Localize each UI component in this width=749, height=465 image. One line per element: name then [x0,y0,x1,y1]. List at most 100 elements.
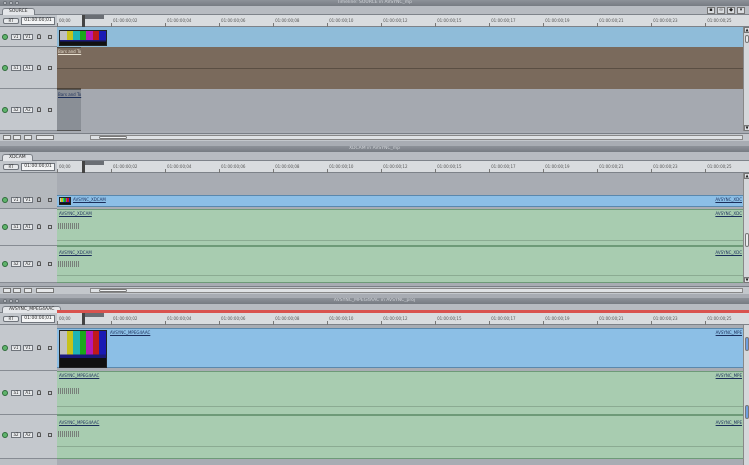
window-controls[interactable] [3,299,19,303]
clip-overlays-icon[interactable] [13,288,21,293]
playhead[interactable] [82,161,85,173]
scroll-thumb[interactable] [99,136,127,139]
timecode-field[interactable]: 01:00:00;01 [21,163,55,171]
rt-menu-button[interactable]: RT [3,18,19,24]
source-patch-a1[interactable]: a1 [11,224,21,230]
playhead[interactable] [82,313,85,325]
horizontal-scrollbar[interactable] [90,288,743,293]
dest-patch-a1[interactable]: A1 [23,65,33,71]
lock-icon[interactable] [37,345,41,350]
timeline-ruler[interactable]: 00;00 01:00:00;02 01:00:00;04 01:00:00;06 01… [57,313,749,325]
zoom-icon[interactable] [15,1,19,5]
dest-patch-a1[interactable]: A1 [23,224,33,230]
dest-patch-a1[interactable]: A1 [23,390,33,396]
clip-overlays-icon[interactable] [13,135,21,140]
horizontal-scrollbar[interactable] [90,135,743,140]
scroll-thumb[interactable] [99,289,127,292]
scroll-down-icon[interactable]: ▼ [744,277,749,283]
auto-select-icon[interactable] [48,391,52,395]
lock-icon[interactable] [37,261,41,266]
dest-patch-a2[interactable]: A2 [23,107,33,113]
audio-track-a1[interactable]: AVSYNC_XDCAM AVSYNC_XDC [57,209,743,246]
scroll-thumb[interactable] [745,35,749,43]
timeline-ruler[interactable]: 00;00 01:00:00;02 01:00:00;04 01:00:00;06 01… [57,15,749,27]
audio-clip[interactable]: AVSYNC_XDCAM AVSYNC_XDC [57,246,743,283]
dest-patch-v1[interactable]: V1 [23,34,33,40]
lock-icon[interactable] [37,390,41,395]
linking-icon[interactable]: ∞ [717,7,725,14]
zoom-icon[interactable] [15,299,19,303]
zoom-control[interactable] [36,135,54,140]
lock-icon[interactable] [37,107,41,112]
lock-icon[interactable] [37,224,41,229]
auto-select-icon[interactable] [48,35,52,39]
audio-track-a1[interactable]: AVSYNC_MPEG4AAC AVSYNC_MPE [57,371,743,415]
source-patch-v1[interactable]: v1 [11,197,21,203]
auto-select-icon[interactable] [48,66,52,70]
auto-select-icon[interactable] [48,198,52,202]
source-patch-a2[interactable]: a2 [11,107,21,113]
lock-icon[interactable] [37,34,41,39]
video-track-v1[interactable]: AVSYNC_XDCAM AVSYNC_XDC [57,173,743,209]
audio-enable-icon[interactable] [2,107,8,113]
timeline-ruler[interactable]: 00;00 01:00:00;02 01:00:00;04 01:00:00;06 01… [57,161,749,173]
rt-menu-button[interactable]: RT [3,316,19,322]
playhead-handle[interactable] [82,161,104,165]
lock-icon[interactable] [37,65,41,70]
lock-icon[interactable] [37,197,41,202]
source-patch-a2[interactable]: a2 [11,432,21,438]
playhead-handle[interactable] [82,15,104,19]
auto-select-icon[interactable] [48,346,52,350]
track-visibility-icon[interactable] [2,197,8,203]
source-patch-v1[interactable]: v1 [11,345,21,351]
scroll-thumb[interactable] [745,233,749,247]
playhead-handle[interactable] [82,313,104,317]
audio-enable-icon[interactable] [2,261,8,267]
audio-track-a2[interactable]: AVSYNC_XDCAM AVSYNC_XDC [57,246,743,283]
tab-source[interactable]: SOURCE [2,8,35,15]
vertical-scrollbar[interactable]: ▲ ▼ [743,27,749,131]
audio-track-a2[interactable]: Bars and To [57,89,743,131]
zoom-slider-icon[interactable] [24,288,32,293]
lock-icon[interactable] [37,432,41,437]
audio-track-a2[interactable]: AVSYNC_MPEG4AAC AVSYNC_MPE [57,415,743,459]
audio-enable-icon[interactable] [2,432,8,438]
rt-menu-button[interactable]: RT [3,164,19,170]
source-patch-a1[interactable]: a1 [11,65,21,71]
scroll-up-icon[interactable]: ▲ [744,27,749,33]
minimize-icon[interactable] [9,1,13,5]
audio-clip[interactable]: AVSYNC_XDCAM AVSYNC_XDC [57,209,743,246]
zoom-control[interactable] [36,288,54,293]
scroll-thumb[interactable] [745,337,749,351]
window-controls[interactable] [3,1,19,5]
track-visibility-icon[interactable] [2,34,8,40]
track-area[interactable]: AVSYNC_XDCAM AVSYNC_XDC AVSYNC_XDCAM AVS… [57,173,743,283]
settings-icon[interactable]: ▾ [737,7,745,14]
source-patch-a2[interactable]: a2 [11,261,21,267]
audio-enable-icon[interactable] [2,65,8,71]
dest-patch-v1[interactable]: V1 [23,345,33,351]
scroll-up-icon[interactable]: ▲ [744,173,749,179]
auto-select-icon[interactable] [48,225,52,229]
auto-select-icon[interactable] [48,262,52,266]
video-track-v1[interactable] [57,27,743,47]
track-height-icon[interactable] [3,288,11,293]
marker-icon[interactable]: ◆ [727,7,735,14]
video-clip[interactable]: AVSYNC_XDCAM AVSYNC_XDC [57,195,743,207]
tab-avsync-mpeg4aac[interactable]: AVSYNC_MPEG4AAC [2,306,62,313]
minimize-icon[interactable] [9,299,13,303]
track-visibility-icon[interactable] [2,345,8,351]
track-area[interactable]: AVSYNC_MPEG4AAC AVSYNC_MPE AVSYNC_MPEG4A… [57,325,743,465]
audio-enable-icon[interactable] [2,390,8,396]
source-patch-v1[interactable]: v1 [11,34,21,40]
audio-clip[interactable]: AVSYNC_MPEG4AAC AVSYNC_MPE [57,371,743,415]
dest-patch-a2[interactable]: A2 [23,432,33,438]
zoom-slider-icon[interactable] [24,135,32,140]
track-area[interactable]: Bars and To Bars and To [57,27,743,131]
video-clip[interactable]: AVSYNC_MPEG4AAC AVSYNC_MPE [57,328,743,368]
auto-select-icon[interactable] [48,108,52,112]
dest-patch-a2[interactable]: A2 [23,261,33,267]
scroll-thumb[interactable] [745,405,749,419]
close-icon[interactable] [3,299,7,303]
close-icon[interactable] [3,1,7,5]
